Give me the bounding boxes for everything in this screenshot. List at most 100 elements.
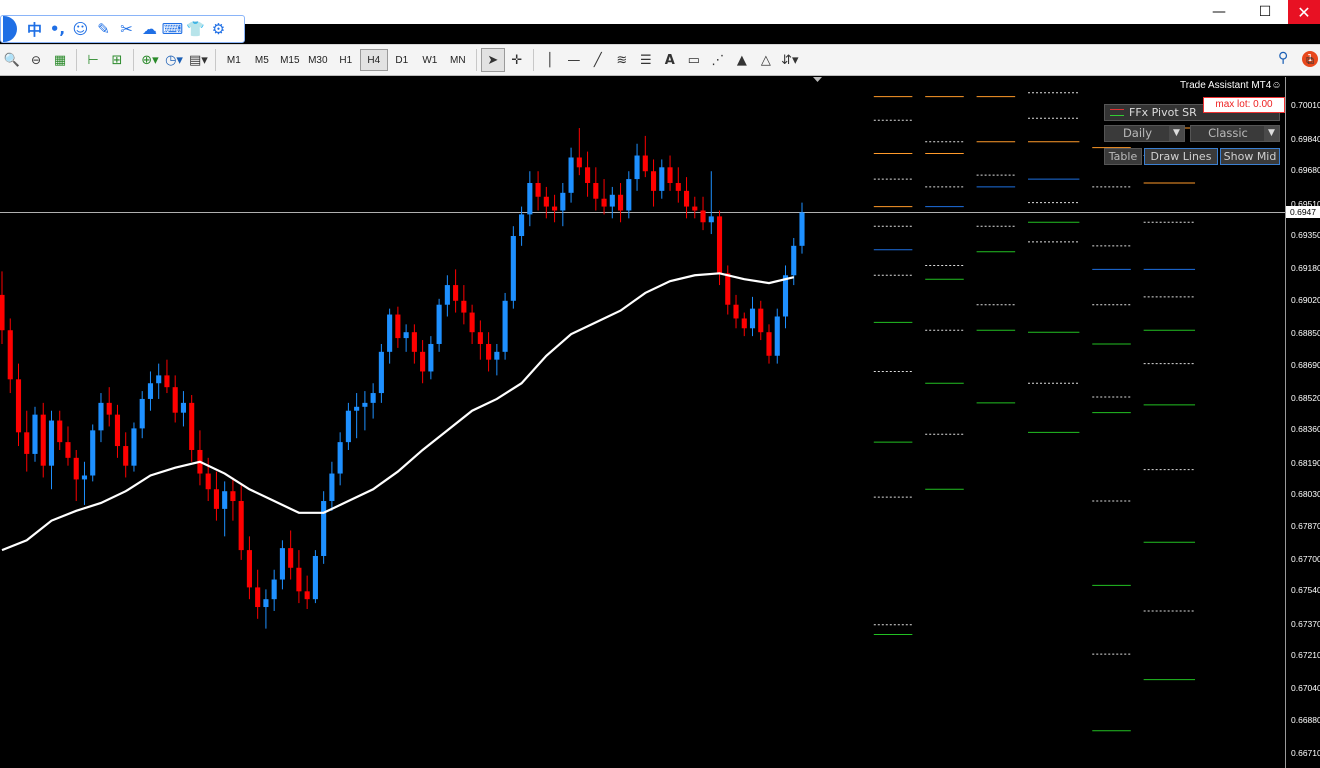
- ime-skin-icon[interactable]: 👕: [184, 17, 207, 41]
- candle-down: [766, 332, 772, 356]
- candle-down: [420, 351, 426, 372]
- search-icon[interactable]: ⚲: [1278, 50, 1288, 66]
- cursor-icon[interactable]: ➤: [480, 48, 505, 72]
- fibonacci-fan-icon[interactable]: ⋰: [706, 48, 730, 72]
- candle-up: [32, 414, 38, 454]
- timeframe-h4-button[interactable]: H4: [359, 49, 388, 71]
- candle-down: [238, 501, 244, 551]
- candle-up: [403, 332, 409, 339]
- ime-punctuation-icon[interactable]: •,: [46, 17, 69, 41]
- candle-down: [552, 206, 558, 211]
- period-select-value: Daily: [1122, 126, 1153, 140]
- ime-tools-icon[interactable]: ✂: [115, 17, 138, 41]
- indicators-icon[interactable]: ⊕▾: [138, 48, 162, 72]
- candle-up: [568, 157, 574, 193]
- ime-settings-icon[interactable]: ⚙: [207, 17, 230, 41]
- close-button[interactable]: ✕: [1288, 0, 1320, 24]
- triangle-icon[interactable]: △: [754, 48, 778, 72]
- price-tick-label: 0.68690: [1291, 359, 1320, 370]
- chart-canvas[interactable]: [0, 77, 1285, 768]
- chart-shift-marker: [813, 77, 822, 82]
- candle-up: [147, 383, 154, 399]
- arrows-menu-icon[interactable]: ⇵▾: [778, 48, 802, 72]
- horizontal-line-icon[interactable]: —: [562, 48, 586, 72]
- candle-up: [271, 579, 277, 600]
- timeframe-mn-button[interactable]: MN: [444, 49, 472, 71]
- ime-chinese-mode-icon[interactable]: 中: [23, 17, 46, 41]
- fibonacci-retracement-icon[interactable]: ☰: [634, 48, 658, 72]
- timeframe-m1-button[interactable]: M1: [220, 49, 248, 71]
- candle-down: [733, 304, 739, 319]
- ime-handwrite-icon[interactable]: ✎: [92, 17, 115, 41]
- price-tick-label: 0.66880: [1291, 714, 1320, 725]
- vertical-line-icon[interactable]: │: [538, 48, 562, 72]
- candle-up: [81, 475, 88, 480]
- table-button[interactable]: Table: [1104, 148, 1142, 165]
- templates-icon[interactable]: ▤▾: [186, 48, 211, 72]
- price-chart[interactable]: 0.70010 0.69840 0.69680 0.69510 0.69350 0.691…: [0, 77, 1320, 768]
- arrow-up-icon[interactable]: ▲: [730, 48, 754, 72]
- price-tick-label: 0.69350: [1291, 230, 1320, 240]
- candle-down: [205, 473, 211, 490]
- period-select[interactable]: Daily ▼: [1104, 125, 1185, 142]
- trade-assistant-label[interactable]: Trade Assistant MT4☺: [1180, 80, 1282, 91]
- candle-down: [395, 314, 401, 339]
- chart-toolbar: 🔍 ⊖ ▦ ⊢ ⊞ ⊕▾ ◷▾ ▤▾ M1 M5 M15 M30 H1 H4 D1 W1 MN …: [0, 44, 1320, 76]
- candle-down: [304, 591, 310, 600]
- candle-up: [749, 308, 756, 329]
- price-tick-label: 0.69020: [1291, 294, 1320, 305]
- candle-down: [255, 587, 261, 608]
- price-tick-label: 0.66710: [1291, 748, 1320, 759]
- candle-down: [692, 206, 698, 211]
- candle-down: [535, 183, 541, 197]
- timeframe-buttons: M1 M5 M15 M30 H1 H4 D1 W1 MN: [220, 49, 472, 71]
- toolbar-separator: [133, 49, 134, 71]
- maximize-button[interactable]: ☐: [1242, 0, 1288, 24]
- price-tick-label: 0.68360: [1291, 424, 1320, 435]
- text-tool-icon[interactable]: A: [658, 48, 682, 72]
- timeframe-m5-button[interactable]: M5: [248, 49, 276, 71]
- candle-down: [0, 294, 5, 331]
- ime-keyboard-icon[interactable]: ⌨: [161, 17, 184, 41]
- trendline-icon[interactable]: ╱: [586, 48, 610, 72]
- chart-shift-icon[interactable]: ⊢: [81, 48, 105, 72]
- periods-icon[interactable]: ◷▾: [162, 48, 186, 72]
- timeframe-w1-button[interactable]: W1: [416, 49, 444, 71]
- toolbar-separator: [214, 49, 216, 71]
- timeframe-m30-button[interactable]: M30: [304, 49, 332, 71]
- candle-up: [131, 428, 137, 466]
- text-label-icon[interactable]: ▭: [682, 48, 706, 72]
- draw-lines-button[interactable]: Draw Lines: [1144, 148, 1218, 165]
- ime-toolbar: 中 •, ☺ ✎ ✂ ☁ ⌨ 👕 ⚙: [0, 15, 245, 43]
- tile-windows-icon[interactable]: ▦: [48, 48, 72, 72]
- timeframe-h1-button[interactable]: H1: [332, 49, 360, 71]
- autoscroll-icon[interactable]: ⊞: [105, 48, 129, 72]
- ime-toolbar-items: 中 •, ☺ ✎ ✂ ☁ ⌨ 👕 ⚙: [23, 17, 230, 41]
- candle-down: [486, 343, 492, 360]
- ime-cloud-icon[interactable]: ☁: [138, 17, 161, 41]
- candle-up: [510, 236, 516, 301]
- candle-down: [477, 332, 483, 344]
- zoom-out-icon[interactable]: ⊖: [24, 48, 48, 72]
- price-axis[interactable]: [1285, 77, 1320, 768]
- pivot-lines-icon: [1110, 109, 1124, 116]
- minimize-button[interactable]: —: [1196, 0, 1242, 24]
- crosshair-icon[interactable]: ✛: [505, 48, 529, 72]
- restore-window-icon[interactable]: ⧉: [1306, 54, 1314, 68]
- candle-up: [312, 555, 318, 600]
- candle-down: [164, 375, 170, 388]
- candle-down: [741, 318, 747, 329]
- price-tick-label: 0.69180: [1291, 263, 1320, 274]
- timeframe-d1-button[interactable]: D1: [388, 49, 416, 71]
- ime-emoji-icon[interactable]: ☺: [69, 17, 92, 41]
- show-mid-button[interactable]: Show Mid: [1220, 148, 1280, 165]
- timeframe-m15-button[interactable]: M15: [276, 49, 304, 71]
- equidistant-channel-icon[interactable]: ≋: [610, 48, 634, 72]
- chevron-down-icon: ▼: [1169, 126, 1184, 141]
- candle-down: [601, 198, 607, 207]
- candle-up: [98, 402, 104, 431]
- zoom-in-icon[interactable]: 🔍: [0, 48, 24, 72]
- pivot-type-select[interactable]: Classic ▼: [1190, 125, 1280, 142]
- candle-down: [213, 489, 219, 509]
- candle-down: [73, 457, 79, 480]
